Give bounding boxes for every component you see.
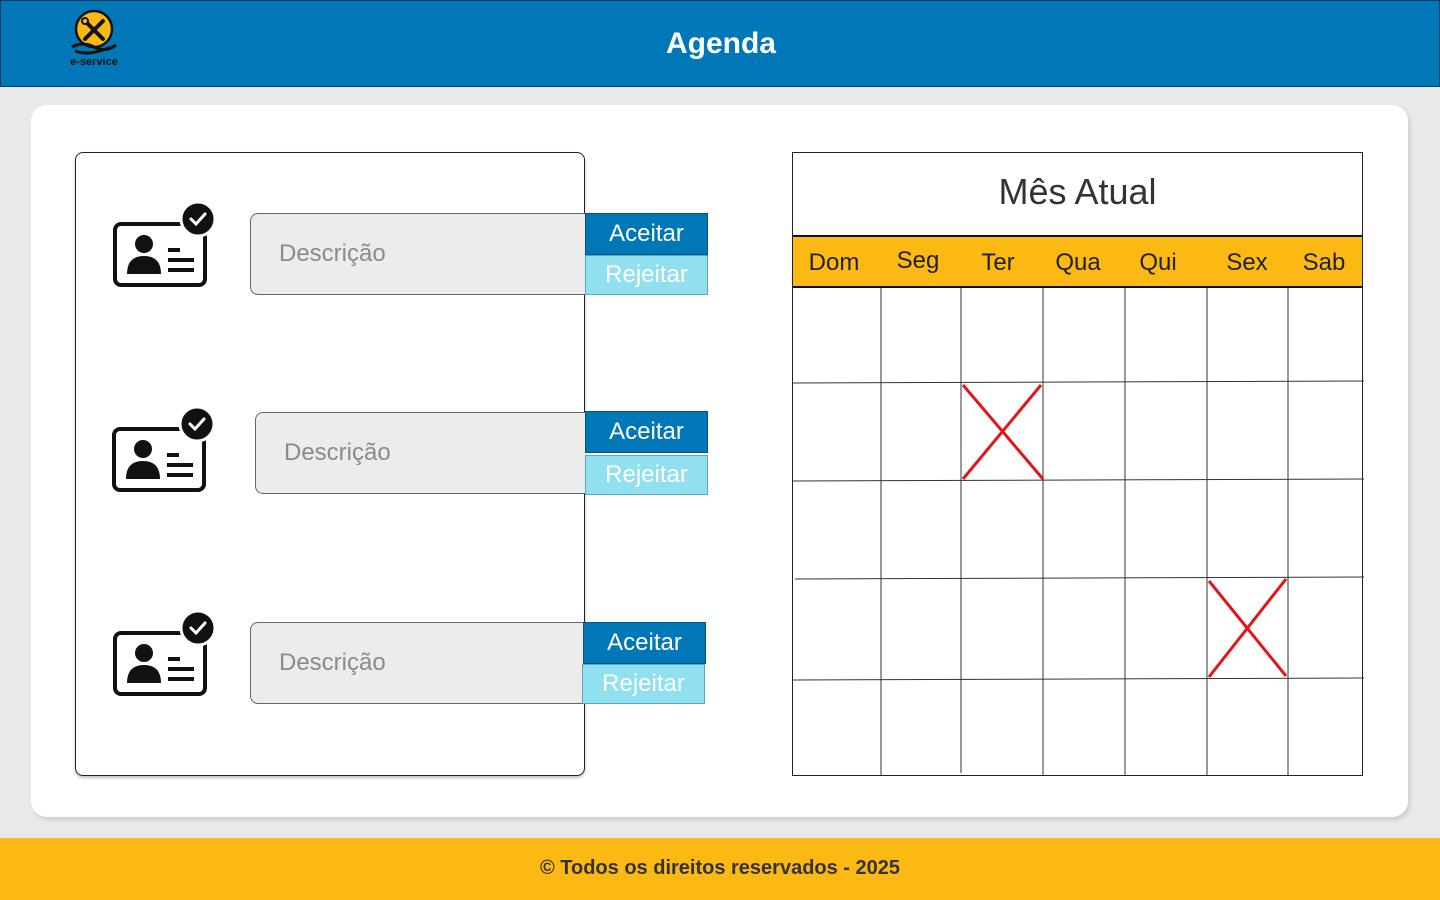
id-card-verified-icon (112, 405, 216, 492)
description-field[interactable]: Descrição (250, 622, 585, 704)
description-field[interactable]: Descrição (250, 213, 586, 295)
accept-button[interactable]: Aceitar (583, 622, 706, 664)
calendar-grid[interactable] (793, 153, 1364, 777)
page-title: Agenda (665, 27, 776, 60)
calendar: Mês Atual Dom Seg Ter Qua Qui Sex Sab (792, 152, 1364, 777)
accept-button[interactable]: Aceitar (585, 213, 708, 255)
id-card-verified-icon (113, 200, 217, 287)
unavailable-mark (1207, 578, 1288, 678)
accept-button[interactable]: Aceitar (585, 411, 708, 453)
unavailable-mark (961, 384, 1045, 480)
reject-button[interactable]: Rejeitar (582, 664, 705, 704)
footer: © Todos os direitos reservados - 2025 (0, 838, 1440, 900)
reject-button[interactable]: Rejeitar (585, 455, 708, 495)
app-header: e-service Agenda (0, 0, 1440, 87)
copyright-text: © Todos os direitos reservados - 2025 (539, 857, 901, 879)
description-field[interactable]: Descrição (255, 412, 586, 494)
reject-button[interactable]: Rejeitar (585, 255, 708, 295)
id-card-verified-icon (113, 609, 217, 696)
